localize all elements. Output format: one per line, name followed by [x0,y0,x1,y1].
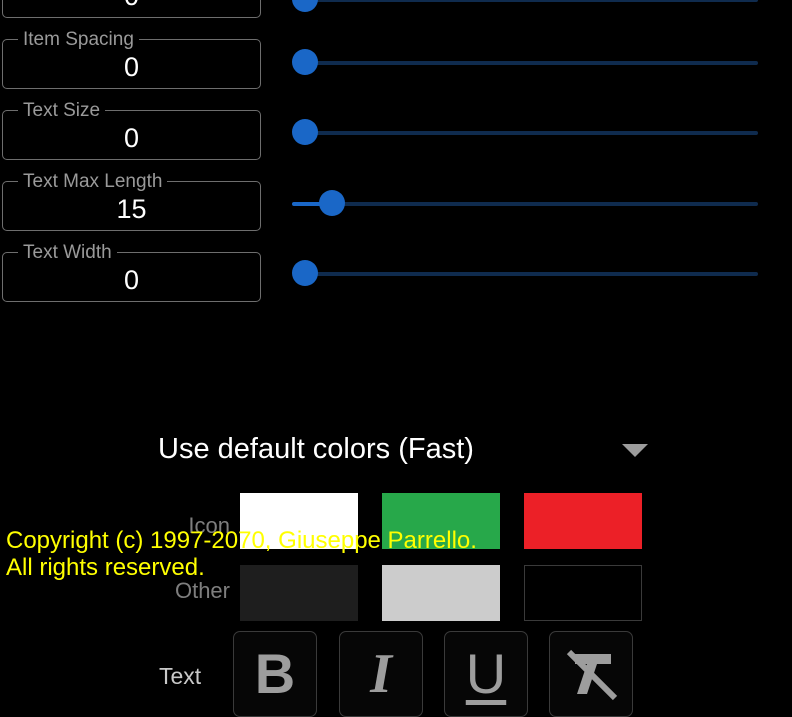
field-value[interactable]: 0 [0,52,263,82]
field-value[interactable]: 0 [0,265,263,295]
clear-format-button[interactable] [549,631,633,717]
slider-row-text-width[interactable] [288,260,758,286]
slider-track[interactable] [305,131,758,135]
settings-field[interactable]: 0 [0,0,263,18]
slider-track[interactable] [305,272,758,276]
field-value[interactable]: 15 [0,194,263,224]
slider-thumb[interactable] [318,190,345,216]
sliders-column [288,0,792,300]
field-label-notch: Item Spacing [18,29,139,50]
text-format-label: Text [159,663,202,689]
copyright-line-1: Copyright (c) 1997-2070, Giuseppe Parrel… [6,527,477,554]
color-mode-dropdown[interactable]: Use default colors (Fast) [0,424,792,476]
italic-button[interactable]: I [339,631,423,717]
field-label-notch: Text Size [18,100,106,121]
slider-row-item-spacing[interactable] [288,49,758,75]
settings-screen: 0Item Spacing0Text Size0Text Max Length1… [0,0,792,717]
underline-icon: U [465,642,507,705]
underline-button[interactable]: U [444,631,528,717]
clear-format-icon [566,649,618,701]
field-value[interactable]: 0 [0,0,263,11]
bold-button[interactable]: B [233,631,317,717]
slider-thumb[interactable] [292,49,318,75]
settings-field[interactable]: Text Width 0 [0,242,263,302]
field-label: Text Max Length [23,171,163,192]
swatch-other-black[interactable] [524,565,642,621]
copyright-line-2: All rights reserved. [6,554,205,581]
field-value[interactable]: 0 [0,123,263,153]
slider-row-text-max-length[interactable] [288,190,758,216]
slider-track[interactable] [305,202,758,206]
slider-thumb[interactable] [292,260,318,286]
slider-thumb[interactable] [292,0,318,12]
slider-row-0[interactable] [288,0,758,12]
slider-track[interactable] [305,61,758,65]
slider-thumb[interactable] [292,119,318,145]
swatch-row-label: Other [174,578,230,603]
field-label: Item Spacing [23,29,134,50]
field-label-notch: Text Width [18,242,117,263]
swatch-icon-red[interactable] [524,493,642,549]
field-label-notch: Text Max Length [18,171,168,192]
color-mode-selected-value: Use default colors (Fast) [158,433,474,465]
text-format-row: Text B I U [0,313,792,717]
settings-field[interactable]: Text Size 0 [0,100,263,160]
settings-field[interactable]: Text Max Length 15 [0,171,263,231]
chevron-down-icon [622,444,648,457]
field-label: Text Size [23,100,101,121]
italic-icon: I [370,643,392,705]
slider-row-text-size[interactable] [288,119,758,145]
settings-fields-column: 0Item Spacing0Text Size0Text Max Length1… [0,0,263,313]
copyright-overlay: Copyright (c) 1997-2070, Giuseppe Parrel… [6,527,477,581]
bold-icon: B [254,642,296,705]
settings-field[interactable]: Item Spacing 0 [0,29,263,89]
slider-track[interactable] [305,0,758,2]
field-label: Text Width [23,242,112,263]
